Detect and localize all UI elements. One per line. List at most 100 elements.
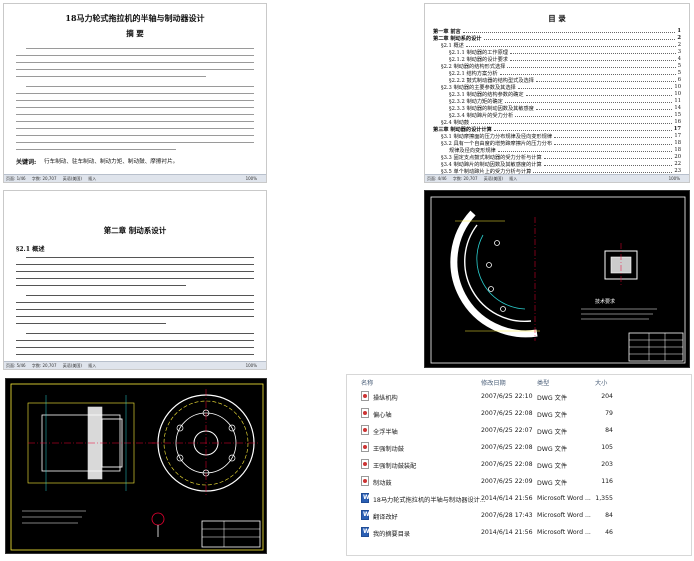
toc-entry[interactable]: §2.2.1 结构方案分析 5 [449,70,681,77]
toc-entry-page: 1 [677,28,681,34]
status-word-count[interactable]: 字数: 20,707 [32,176,57,181]
toc-entry[interactable]: §3.1 制动摩擦面的压力分布规律及径向变形规律 17 [441,133,681,140]
status-mode[interactable]: 插入 [509,176,517,181]
file-type: Microsoft Word ... [537,512,591,519]
file-name: 王强制动鼓装配 [373,463,417,470]
toc-entry-title: 规律及径向变形规律 [449,147,496,154]
column-header-date[interactable]: 修改日期 [481,378,506,387]
toc-entry-title: §2.3 制动器的主要参数及其选择 [441,84,516,91]
toc-entry-title: §2.3.4 制动蹄片的受力分析 [449,112,514,119]
toc-entry[interactable]: §2.3.2 制动力矩的确定 11 [449,98,681,105]
status-mode[interactable]: 插入 [88,363,96,368]
toc-entry-page: 10 [674,84,681,90]
file-type: DWG 文件 [537,446,568,453]
file-row[interactable]: 我的摘要目录 2014/6/14 21:56 Microsoft Word ... 4… [347,525,691,540]
toc-entry[interactable]: §3.4 制动蹄片的制动因数及其敏感度的计算 22 [441,161,681,168]
file-date: 2007/6/25 22:10 [481,393,533,400]
zoom-level[interactable]: 100% [669,175,680,182]
toc-entry[interactable]: §3.2 具有一个自由度的增势蹄摩擦片的压力分布 18 [441,140,681,147]
chapter-document-window: 第二章 制动系设计 §2.1 概述 页面: 5/46 字数: 20,707 英语… [3,190,267,370]
column-header-type[interactable]: 类型 [537,378,549,387]
file-type: Microsoft Word ... [537,495,591,502]
toc-entry[interactable]: §2.1.1 制动器的工作原理 3 [449,49,681,56]
cad-brake-shoe-drawing[interactable]: 技术要求 [424,190,690,368]
dwg-file-icon [361,459,369,469]
toc-entry-page: 22 [674,161,681,167]
zoom-level[interactable]: 100% [246,175,257,182]
shoe-rim-arc [464,224,532,323]
status-page[interactable]: 页面: 1/46 [6,176,26,181]
brake-drum-drawing-canvas [10,383,264,551]
file-name: 我的摘要目录 [373,531,411,538]
file-type: DWG 文件 [537,412,568,419]
status-word-count[interactable]: 字数: 20,707 [32,363,57,368]
toc-entry-page: 3 [677,49,681,55]
toc-leader-dots [517,85,673,89]
rivet-hole [488,286,494,292]
column-header-size[interactable]: 大小 [595,378,607,387]
file-date: 2014/6/14 21:56 [481,529,533,536]
file-type: DWG 文件 [537,480,568,487]
status-word-count[interactable]: 字数: 20,707 [453,176,478,181]
toc-entry-page: 20 [674,154,681,160]
rivet-hole [494,240,500,246]
file-row[interactable]: 翻译改好 2007/6/28 17:43 Microsoft Word ... 84 [347,508,691,523]
toc-entry[interactable]: §2.2.2 鼓式制动器的结构型式及选择 6 [449,77,681,84]
file-row[interactable]: 操纵机构 2007/6/25 22:10 DWG 文件 204 [347,389,691,404]
toc-leader-dots [499,71,676,75]
toc-leader-dots [554,141,673,145]
file-type: Microsoft Word ... [537,529,591,536]
toc-entry-title: §2.1.2 制动器的设计要求 [449,56,508,63]
toc-entry[interactable]: §2.3.3 制动器的制动因数及其敏感度 14 [449,105,681,112]
toc-entry-page: 17 [673,126,681,132]
status-language[interactable]: 英语(美国) [484,176,503,181]
toc-entry[interactable]: §2.1 概述 2 [441,42,681,49]
status-language[interactable]: 英语(美国) [63,363,82,368]
file-date: 2007/6/25 22:07 [481,427,533,434]
toc-entry-page: 10 [674,91,681,97]
toc-entry[interactable]: §2.3.4 制动蹄片的受力分析 15 [449,112,681,119]
file-row[interactable]: 制动鼓 2007/6/25 22:09 DWG 文件 116 [347,474,691,489]
file-row[interactable]: 18马力轮式拖拉机的半轴与制动器设计...2014/6/14 21:56 Micr… [347,491,691,506]
toc-entry[interactable]: §3.3 固定支点鼓式制动器的受力分析与计算 20 [441,154,681,161]
toc-leader-dots [507,64,676,68]
toc-leader-dots [504,99,673,103]
file-size: 46 [605,529,613,536]
file-row[interactable]: 偏心轴 2007/6/25 22:08 DWG 文件 79 [347,406,691,421]
status-language[interactable]: 英语(美国) [63,176,82,181]
status-page[interactable]: 页面: 5/46 [6,363,26,368]
technical-requirements-title: 技术要求 [595,298,615,305]
file-date: 2007/6/25 22:08 [481,410,533,417]
zoom-level[interactable]: 100% [246,362,257,369]
column-header-name[interactable]: 名称 [361,378,373,387]
toc-entry-page: 11 [674,98,681,104]
file-row[interactable]: 王强制动鼓装配 2007/6/25 22:08 DWG 文件 203 [347,457,691,472]
status-mode[interactable]: 插入 [88,176,96,181]
toc-entry[interactable]: 第二章 制动系的设计 2 [433,35,681,42]
toc-entry-page: 6 [677,77,681,83]
toc-entry[interactable]: §2.3 制动器的主要参数及其选择 10 [441,84,681,91]
file-size: 84 [605,427,613,434]
file-row[interactable]: 王强制动鼓 2007/6/25 22:08 DWG 文件 105 [347,440,691,455]
toc-entry[interactable]: §2.4 制动鼓 16 [441,119,681,126]
toc-entry-page: 18 [674,147,681,153]
status-page[interactable]: 页面: 4/46 [427,176,447,181]
detail-view [151,512,165,537]
toc-leader-dots [462,29,676,33]
toc-entry[interactable]: 第一章 前言 1 [433,28,681,35]
toc-entry[interactable]: §2.1.2 制动器的设计要求 4 [449,56,681,63]
toc-entry-title: 第一章 前言 [433,28,461,35]
toc-entry[interactable]: §2.2 制动器的结构形式选择 5 [441,63,681,70]
toc-entry-title: §3.2 具有一个自由度的增势蹄摩擦片的压力分布 [441,140,553,147]
toc-entry[interactable]: §2.3.1 制动器的结构参数的确定 10 [449,91,681,98]
cad-brake-drum-drawing[interactable] [5,378,267,554]
toc-entry-title: §2.3.3 制动器的制动因数及其敏感度 [449,105,534,112]
toc-entry-title: §2.3.1 制动器的结构参数的确定 [449,91,524,98]
toc-leader-dots [543,162,673,166]
dwg-file-icon [361,408,369,418]
toc-entry-page: 5 [677,63,681,69]
toc-leader-dots [554,134,673,138]
toc-entry[interactable]: 规律及径向变形规律 18 [449,147,681,154]
file-row[interactable]: 全浮半轴 2007/6/25 22:07 DWG 文件 84 [347,423,691,438]
toc-entry[interactable]: 第三章 制动器的设计计算 17 [433,126,681,133]
